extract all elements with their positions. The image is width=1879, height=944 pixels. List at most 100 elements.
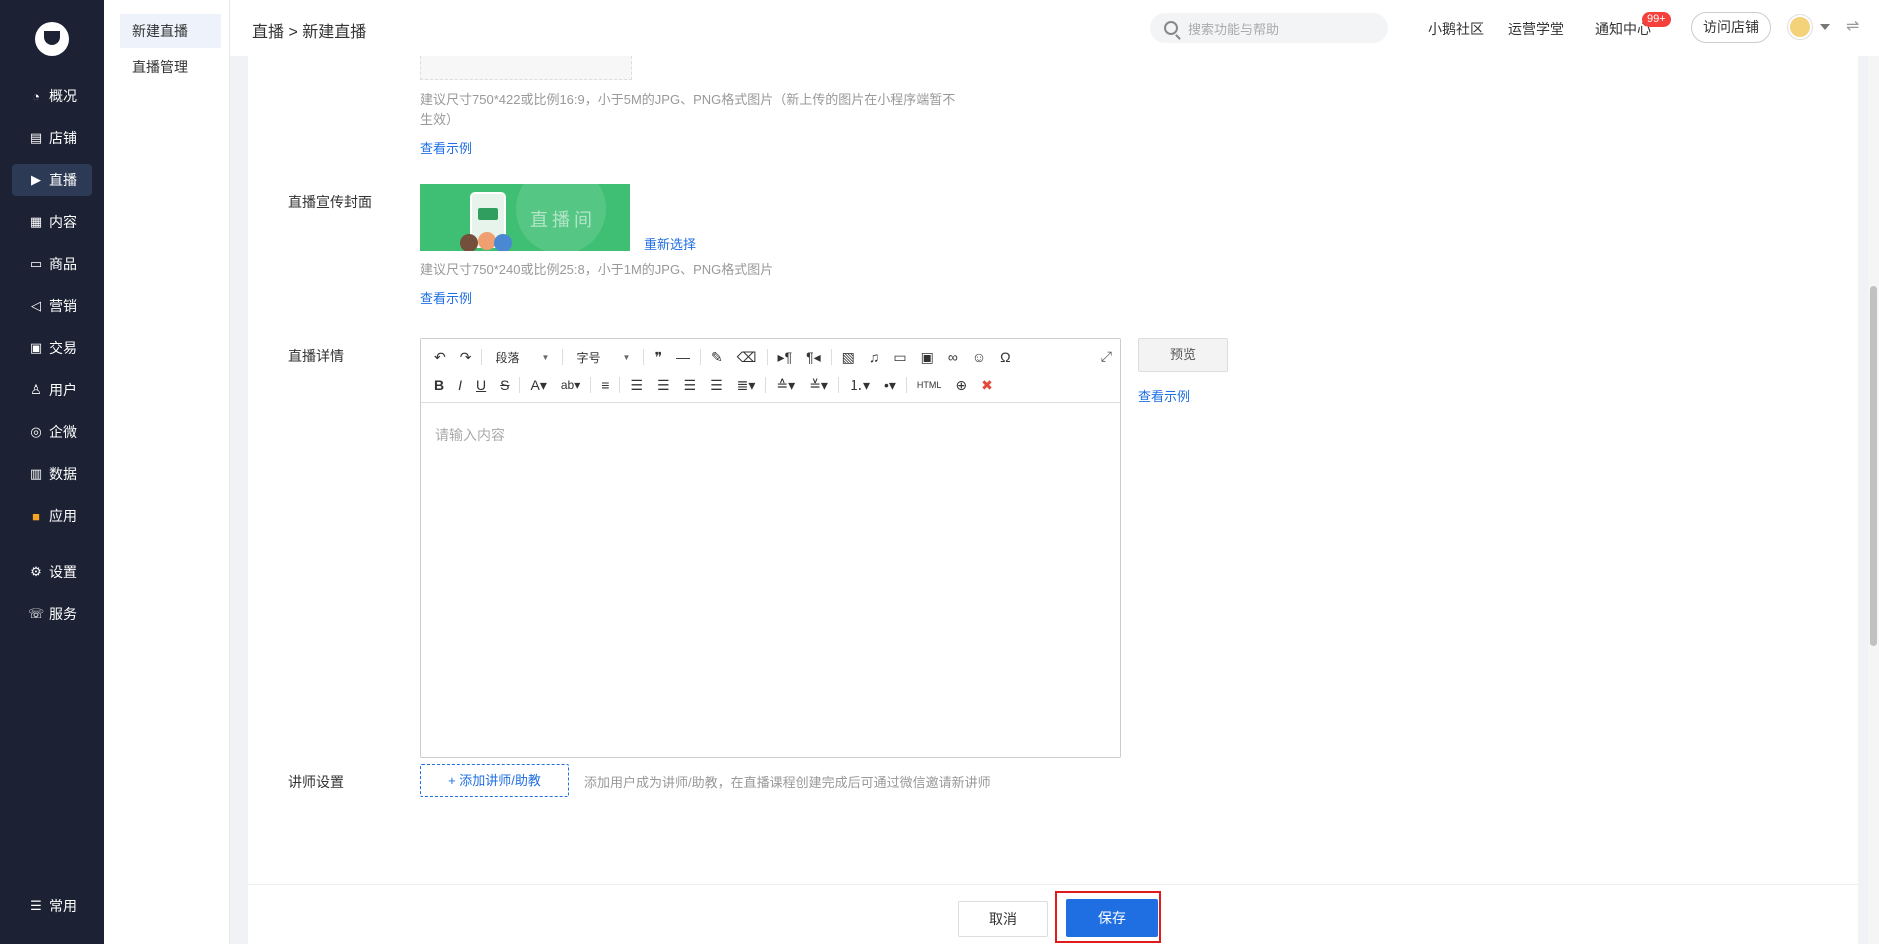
- detail-example-link[interactable]: 查看示例: [1138, 386, 1190, 405]
- unordered-list-icon[interactable]: •▾: [884, 373, 896, 397]
- rtl-icon[interactable]: ¶◂: [806, 345, 821, 369]
- emoji-icon[interactable]: ☺: [972, 345, 986, 369]
- sidebar-item-label: 直播: [49, 172, 77, 188]
- sidebar-item-data[interactable]: ▥ 数据: [12, 458, 92, 490]
- image-example-link[interactable]: 查看示例: [420, 138, 472, 157]
- align-justify-icon[interactable]: ☰: [710, 373, 723, 397]
- quote-icon[interactable]: ❞: [654, 345, 662, 369]
- ltr-icon[interactable]: ▸¶: [778, 345, 793, 369]
- strikethrough-icon[interactable]: S: [500, 373, 509, 397]
- redo-icon[interactable]: ↷: [460, 345, 472, 369]
- switch-icon[interactable]: ⇌: [1846, 16, 1859, 36]
- indent-icon[interactable]: ≡: [601, 373, 609, 397]
- academy-link[interactable]: 运营学堂: [1508, 19, 1564, 39]
- undo-icon[interactable]: ↶: [434, 345, 446, 369]
- link-icon[interactable]: ∞: [948, 345, 958, 369]
- fontsize-label: 字号: [576, 350, 601, 365]
- teacher-label: 讲师设置: [288, 774, 344, 790]
- sidebar-item-label: 数据: [49, 466, 77, 482]
- main-content: 建议尺寸750*422或比例16:9，小于5M的JPG、PNG格式图片（新上传的…: [248, 56, 1858, 944]
- search-replace-icon[interactable]: ⊕: [955, 373, 967, 397]
- store-icon: ▤: [29, 130, 43, 145]
- footer-bar: 取消 保存: [248, 884, 1858, 944]
- sidebar-item-label: 概况: [49, 88, 77, 104]
- clear-format-icon[interactable]: ⌫: [737, 345, 757, 369]
- para-spacing-bottom-icon[interactable]: ≚▾: [809, 373, 828, 397]
- community-link[interactable]: 小鹅社区: [1428, 19, 1484, 39]
- image-upload-area[interactable]: [420, 56, 632, 80]
- image-hint-2: 生效）: [420, 112, 460, 127]
- image-icon[interactable]: ▧: [842, 345, 855, 369]
- ordered-list-icon[interactable]: ⒈▾: [849, 373, 870, 397]
- sidebar-item-apps[interactable]: ■ 应用: [12, 500, 92, 532]
- gear-icon: ⚙: [30, 564, 42, 579]
- paragraph-select[interactable]: 段落 ▼: [495, 349, 549, 366]
- special-char-icon[interactable]: Ω: [1000, 345, 1010, 369]
- pie-chart-icon: ◔: [32, 88, 40, 104]
- html-icon[interactable]: HTML: [917, 373, 942, 397]
- image-hint: 建议尺寸750*422或比例16:9，小于5M的JPG、PNG格式图片（新上传的…: [420, 92, 956, 107]
- media-icon[interactable]: ▣: [921, 345, 934, 369]
- music-icon[interactable]: ♫: [869, 345, 880, 369]
- avatar[interactable]: [1788, 15, 1812, 39]
- sidebar-item-settings[interactable]: ⚙ 设置: [12, 556, 92, 588]
- sidebar-item-label: 设置: [49, 564, 77, 580]
- chevron-down-icon[interactable]: [1820, 24, 1830, 30]
- horizontal-line-icon[interactable]: —: [676, 345, 690, 369]
- plugin-icon[interactable]: ✖: [981, 373, 993, 397]
- line-height-icon[interactable]: ≣▾: [737, 373, 756, 397]
- editor-content[interactable]: 请输入内容: [421, 403, 1120, 467]
- main-sidebar: ◔ 概况 ▤ 店铺 ▶ 直播 ▦ 内容 ▭ 商品 ◁ 营销 ▣ 交易 ♙ 用户 ◎ 企微 ▥ 数据 …: [0, 0, 104, 944]
- sidebar-nav: ◔ 概况 ▤ 店铺 ▶ 直播 ▦ 内容 ▭ 商品 ◁ 营销 ▣ 交易 ♙ 用户 ◎ 企微 ▥ 数据 …: [0, 80, 104, 640]
- sidebar-item-wecom[interactable]: ◎ 企微: [12, 416, 92, 448]
- submenu-item-new-live[interactable]: 新建直播: [120, 14, 221, 48]
- sidebar-item-trade[interactable]: ▣ 交易: [12, 332, 92, 364]
- cover-text: 直播间: [530, 210, 596, 230]
- sidebar-item-content[interactable]: ▦ 内容: [12, 206, 92, 238]
- trade-icon: ▣: [29, 340, 43, 355]
- para-spacing-top-icon[interactable]: ≙▾: [776, 373, 795, 397]
- cover-hint: 建议尺寸750*240或比例25:8，小于1M的JPG、PNG格式图片: [420, 262, 774, 277]
- scrollbar[interactable]: [1868, 56, 1879, 944]
- italic-icon[interactable]: I: [458, 373, 462, 397]
- scrollbar-thumb[interactable]: [1870, 286, 1877, 646]
- cancel-button[interactable]: 取消: [958, 901, 1048, 937]
- bold-icon[interactable]: B: [434, 373, 444, 397]
- highlight-box: [1055, 891, 1161, 943]
- sidebar-item-label: 店铺: [49, 130, 77, 146]
- data-icon: ▥: [29, 466, 43, 481]
- submenu-item-live-manage[interactable]: 直播管理: [120, 50, 221, 84]
- sidebar-item-users[interactable]: ♙ 用户: [12, 374, 92, 406]
- sidebar-item-overview[interactable]: ◔ 概况: [12, 80, 92, 112]
- search-input[interactable]: 搜索功能与帮助: [1150, 13, 1388, 43]
- cover-label: 直播宣传封面: [288, 194, 372, 210]
- sidebar-item-service[interactable]: ☏ 服务: [12, 598, 92, 630]
- align-center-icon[interactable]: ☰: [657, 373, 670, 397]
- sidebar-item-common[interactable]: ☰ 常用: [12, 890, 92, 922]
- box-icon: ▭: [29, 256, 43, 271]
- teacher-hint: 添加用户成为讲师/助教，在直播课程创建完成后可通过微信邀请新讲师: [584, 775, 991, 790]
- logo-icon[interactable]: [35, 22, 69, 56]
- preview-button[interactable]: 预览: [1138, 338, 1228, 372]
- align-left-icon[interactable]: ☰: [630, 373, 643, 397]
- font-color-icon[interactable]: A▾: [530, 373, 546, 397]
- fullscreen-icon[interactable]: ⤢: [1101, 348, 1112, 365]
- user-icon: ♙: [30, 382, 42, 397]
- align-right-icon[interactable]: ☰: [684, 373, 697, 397]
- video-icon[interactable]: ▭: [893, 345, 906, 369]
- cover-example-link[interactable]: 查看示例: [420, 288, 472, 307]
- sidebar-item-shop[interactable]: ▤ 店铺: [12, 122, 92, 154]
- background-color-icon[interactable]: ab▾: [561, 373, 580, 397]
- add-teacher-button[interactable]: + 添加讲师/助教: [420, 764, 569, 797]
- reselect-link[interactable]: 重新选择: [644, 234, 696, 253]
- fontsize-select[interactable]: 字号 ▼: [576, 349, 630, 366]
- search-icon: [1164, 21, 1178, 35]
- sidebar-item-live[interactable]: ▶ 直播: [12, 164, 92, 196]
- sidebar-item-label: 交易: [49, 340, 77, 356]
- sidebar-item-goods[interactable]: ▭ 商品: [12, 248, 92, 280]
- format-painter-icon[interactable]: ✎: [711, 345, 723, 369]
- visit-shop-button[interactable]: 访问店铺: [1691, 12, 1771, 43]
- cover-image: 直播间: [420, 184, 630, 251]
- sidebar-item-marketing[interactable]: ◁ 营销: [12, 290, 92, 322]
- underline-icon[interactable]: U: [476, 373, 486, 397]
